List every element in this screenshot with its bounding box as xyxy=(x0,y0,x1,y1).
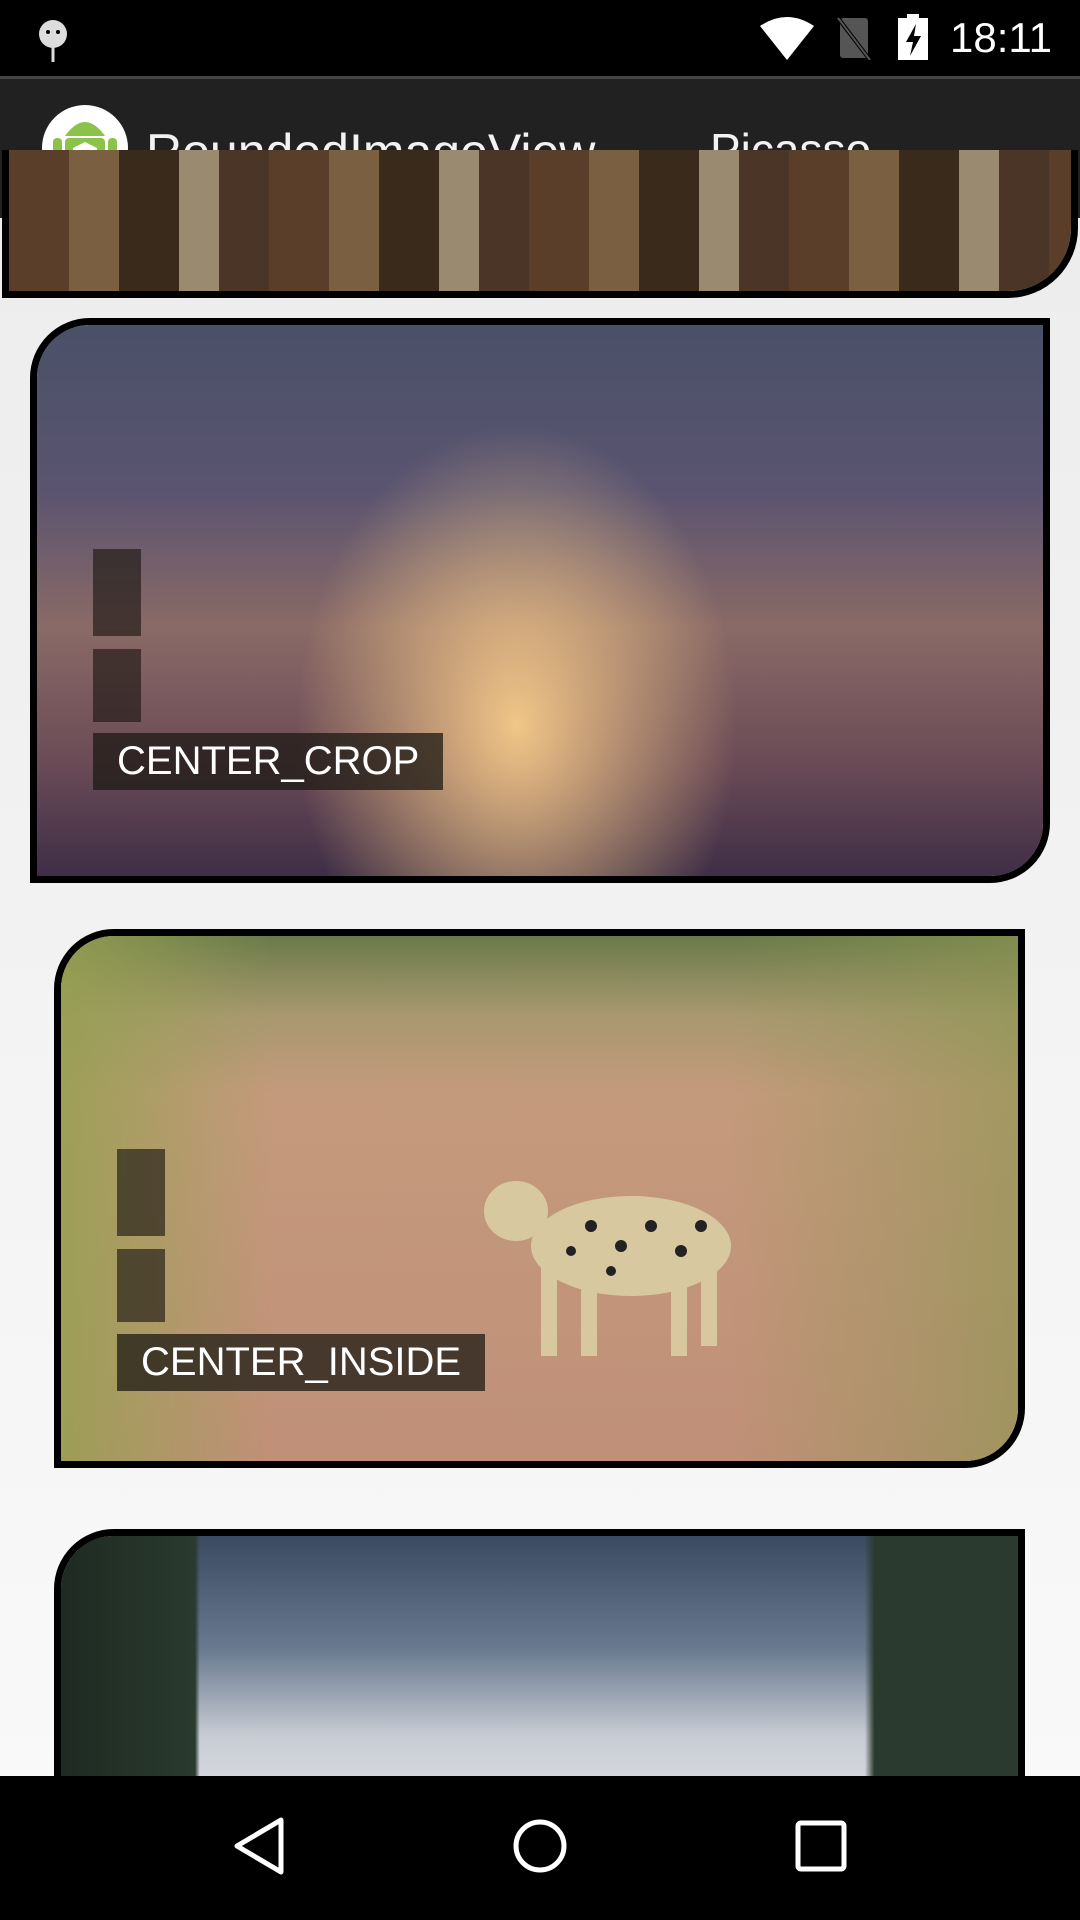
android-debug-icon xyxy=(39,20,67,62)
back-icon[interactable] xyxy=(231,1816,287,1881)
overlay-block xyxy=(117,1249,165,1322)
recents-icon[interactable] xyxy=(793,1818,849,1879)
overlay-block xyxy=(93,549,141,636)
clock: 18:11 xyxy=(950,14,1052,61)
scale-type-label: CENTER_CROP xyxy=(93,733,444,790)
image-card-center-crop: CENTER_CROP xyxy=(30,318,1050,883)
image-card-center-inside: CENTER_INSIDE xyxy=(54,929,1025,1468)
overlay-block xyxy=(117,1149,165,1236)
leopard xyxy=(484,1181,731,1356)
no-sim-icon xyxy=(836,16,872,60)
alley-image xyxy=(9,150,1071,291)
scale-type-label: CENTER_INSIDE xyxy=(117,1334,486,1391)
train-station-image xyxy=(37,325,1043,876)
wifi-icon xyxy=(760,17,814,60)
overlay-block xyxy=(93,649,141,722)
home-icon[interactable] xyxy=(510,1816,570,1881)
status-bar: 18:11 xyxy=(0,0,1080,76)
image-card-top xyxy=(2,150,1078,298)
battery-charging-icon xyxy=(898,14,928,60)
navigation-bar xyxy=(0,1776,1080,1920)
